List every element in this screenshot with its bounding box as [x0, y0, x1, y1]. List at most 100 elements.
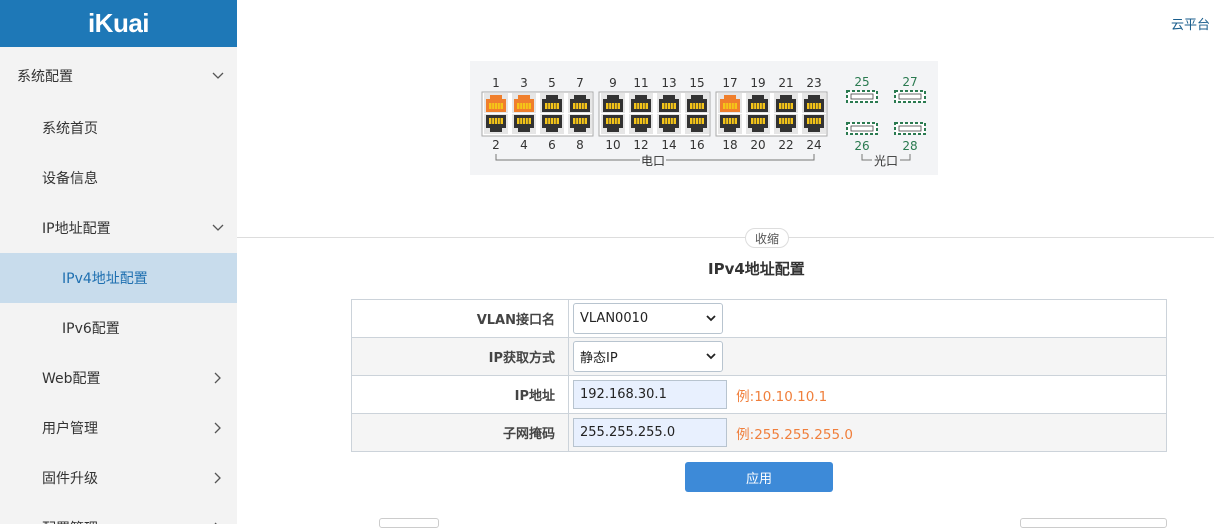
ethernet-port-2[interactable]	[484, 114, 508, 134]
port-pins	[545, 103, 559, 109]
ethernet-port-18[interactable]	[718, 114, 742, 134]
ethernet-port-19[interactable]	[746, 93, 770, 113]
ethernet-port-10[interactable]	[601, 114, 625, 134]
port-pins	[751, 118, 765, 124]
port-number-label: 18	[722, 138, 737, 152]
sfp-port-28[interactable]	[894, 122, 926, 135]
port-pins	[723, 103, 737, 109]
sfp-port-25[interactable]	[846, 90, 878, 103]
optical-port-label: 光口	[874, 154, 898, 168]
ethernet-port-24[interactable]	[802, 114, 826, 134]
sidebar-item-user-management[interactable]: 用户管理	[0, 403, 237, 453]
mask-label: 子网掩码	[351, 413, 569, 452]
sfp-slot	[850, 125, 874, 132]
sfp-number-label: 25	[854, 75, 869, 89]
ethernet-port-1[interactable]	[484, 93, 508, 113]
ethernet-port-5[interactable]	[540, 93, 564, 113]
chevron-right-icon	[203, 403, 233, 453]
port-pins	[545, 118, 559, 124]
ethernet-port-8[interactable]	[568, 114, 592, 134]
mask-hint: 例:255.255.255.0	[736, 426, 853, 443]
port-pins	[634, 103, 648, 109]
ip-hint: 例:10.10.10.1	[736, 388, 828, 405]
port-number-label: 8	[576, 138, 584, 152]
port-pins	[489, 118, 503, 124]
port-number-label: 6	[548, 138, 556, 152]
sfp-slot	[898, 93, 922, 100]
ethernet-port-14[interactable]	[657, 114, 681, 134]
port-number-label: 20	[750, 138, 765, 152]
sidebar-item-device-info[interactable]: 设备信息	[0, 153, 237, 203]
switch-port-diagram: 1 3 5 7 9 11 13 15 17 19 21 232 4 6 8 10 12 14 16 18 20 22 24电…	[481, 75, 926, 168]
ethernet-port-21[interactable]	[774, 93, 798, 113]
port-pins	[779, 103, 793, 109]
sidebar-item-ipv4-config[interactable]: IPv4地址配置	[0, 253, 237, 303]
subnet-mask-input[interactable]	[573, 418, 727, 447]
ip-address-input[interactable]	[573, 380, 727, 409]
sfp-number-label: 26	[854, 139, 869, 153]
sidebar-item-ip-config[interactable]: IP地址配置	[0, 203, 237, 253]
sfp-port-26[interactable]	[846, 122, 878, 135]
ethernet-port-11[interactable]	[629, 93, 653, 113]
ip-label: IP地址	[351, 375, 569, 414]
ip-mode-select[interactable]: 静态IP	[573, 341, 723, 372]
port-number-label: 5	[548, 76, 556, 90]
form-row-ip: IP地址 例:10.10.10.1	[351, 375, 1167, 414]
form-row-vlan: VLAN接口名 VLAN0010	[351, 299, 1167, 338]
page-title: IPv4地址配置	[708, 260, 805, 278]
sidebar-item-system-home[interactable]: 系统首页	[0, 103, 237, 153]
sidebar-item-label: IPv4地址配置	[62, 271, 148, 287]
port-number-label: 3	[520, 76, 528, 90]
port-number-label: 17	[722, 76, 737, 90]
sidebar-item-system-config[interactable]: 系统配置	[0, 51, 237, 101]
ethernet-port-12[interactable]	[629, 114, 653, 134]
ethernet-port-6[interactable]	[540, 114, 564, 134]
sidebar-item-web-config[interactable]: Web配置	[0, 353, 237, 403]
port-pins	[489, 103, 503, 109]
sfp-slot	[898, 125, 922, 132]
ethernet-port-16[interactable]	[685, 114, 709, 134]
sidebar-item-label: 配置管理	[42, 518, 203, 524]
sfp-port-27[interactable]	[894, 90, 926, 103]
port-number-label: 1	[492, 76, 500, 90]
ethernet-port-15[interactable]	[685, 93, 709, 113]
ip-mode-select-value: 静态IP	[580, 351, 618, 366]
vlan-select[interactable]: VLAN0010	[573, 303, 723, 334]
sidebar-item-ipv6-config[interactable]: IPv6配置	[0, 303, 237, 353]
sfp-number-label: 27	[902, 75, 917, 89]
sidebar-item-label: Web配置	[42, 371, 101, 387]
collapse-button[interactable]: 收缩	[745, 228, 789, 248]
sidebar-item-label: IPv6配置	[62, 321, 120, 337]
ethernet-port-23[interactable]	[802, 93, 826, 113]
port-number-label: 7	[576, 76, 584, 90]
ethernet-port-7[interactable]	[568, 93, 592, 113]
ethernet-port-3[interactable]	[512, 93, 536, 113]
port-pins	[606, 103, 620, 109]
port-number-label: 2	[492, 138, 500, 152]
ethernet-port-13[interactable]	[657, 93, 681, 113]
port-number-label: 24	[806, 138, 821, 152]
vlan-label: VLAN接口名	[351, 299, 569, 338]
ethernet-port-9[interactable]	[601, 93, 625, 113]
chevron-down-icon	[706, 315, 716, 322]
port-number-label: 19	[750, 76, 765, 90]
partial-control[interactable]	[379, 518, 439, 528]
sidebar-item-firmware-upgrade[interactable]: 固件升级	[0, 453, 237, 503]
cloud-platform-link[interactable]: 云平台	[1171, 14, 1210, 33]
port-number-label: 10	[605, 138, 620, 152]
port-pins	[573, 118, 587, 124]
apply-button[interactable]: 应用	[685, 462, 833, 492]
port-number-label: 22	[778, 138, 793, 152]
sfp-slot	[850, 93, 874, 100]
port-pins	[662, 118, 676, 124]
sidebar-item-config-management[interactable]: 配置管理	[0, 503, 237, 524]
port-number-label: 16	[689, 138, 704, 152]
sidebar-item-label: IP地址配置	[42, 221, 111, 237]
partial-control[interactable]	[1020, 518, 1167, 528]
sidebar-item-label: 用户管理	[42, 421, 98, 437]
ethernet-port-22[interactable]	[774, 114, 798, 134]
ethernet-port-17[interactable]	[718, 93, 742, 113]
port-pins	[606, 118, 620, 124]
ethernet-port-20[interactable]	[746, 114, 770, 134]
ethernet-port-4[interactable]	[512, 114, 536, 134]
